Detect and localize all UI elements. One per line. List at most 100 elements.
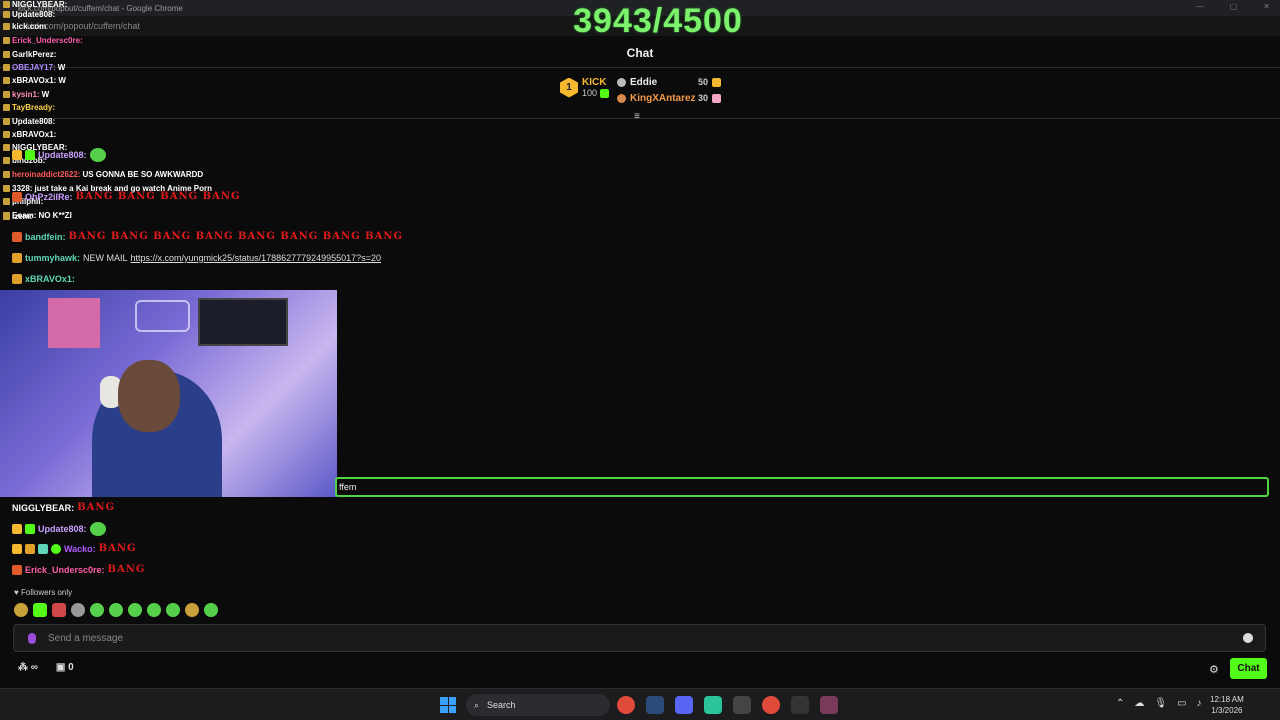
neon-sign <box>135 300 190 332</box>
overlay-message: lzem: <box>3 212 34 221</box>
discord-icon[interactable] <box>675 696 693 714</box>
chat-username[interactable]: bandfein: <box>25 232 66 242</box>
network-icon[interactable]: ▭ <box>1177 698 1186 709</box>
gift-count: 0 <box>68 662 74 673</box>
chat-message: tummyhawk: NEW MAIL https://x.com/yungmi… <box>12 253 381 263</box>
emote-icon[interactable] <box>14 603 28 617</box>
taskbar-search[interactable]: ⌕ Search <box>466 694 610 716</box>
cloud-icon[interactable]: ☁ <box>1134 698 1144 709</box>
sub-badge-icon <box>12 564 22 575</box>
chat-username[interactable]: Wacko: <box>64 544 96 554</box>
chat-username[interactable]: NIGGLYBEAR: <box>12 503 74 513</box>
emote-icon[interactable] <box>185 603 199 617</box>
bottom-left-controls: ⁂ ∞ ▣ 0 <box>18 662 74 673</box>
leaderboard-third-score: 30 <box>698 93 722 103</box>
overlay-text: W <box>57 63 66 72</box>
collapse-leaderboard-icon[interactable]: ≡ <box>634 111 640 122</box>
overlay-username: Update808: <box>12 10 56 19</box>
gear-icon[interactable]: ⚙ <box>1209 663 1219 676</box>
emote-icon[interactable] <box>33 603 47 617</box>
emote-icon[interactable] <box>90 603 104 617</box>
emote-icon[interactable] <box>128 603 142 617</box>
badge-icon <box>3 1 10 8</box>
emoji-picker-icon[interactable] <box>1243 633 1253 643</box>
emote-icon[interactable] <box>147 603 161 617</box>
overlay-message: heroinaddict2622: US GONNA BE SO AWKWARDD <box>3 170 203 179</box>
app-icon[interactable] <box>820 696 838 714</box>
chat-message: bandfein: BANG BANG BANG BANG BANG BANG … <box>12 231 403 242</box>
overlay-text: US GONNA BE SO AWKWARDD <box>82 170 204 179</box>
leaderboard-top-name: KICK <box>582 77 607 88</box>
chrome-icon[interactable] <box>617 696 635 714</box>
emote-icon[interactable] <box>52 603 66 617</box>
app-icon[interactable] <box>704 696 722 714</box>
crown-badge-icon <box>12 543 22 554</box>
overlay-username: xBRAVOx1: <box>12 130 57 139</box>
emote-icon[interactable] <box>166 603 180 617</box>
microphone-icon[interactable]: 🎙 <box>1154 698 1167 709</box>
chat-username[interactable]: xBRAVOx1: <box>25 274 75 284</box>
chat-username[interactable]: Erick_Undersc0re: <box>25 565 105 575</box>
app-icon[interactable] <box>733 696 751 714</box>
points-icon[interactable]: ⁂ ∞ <box>18 662 38 673</box>
gift-icon <box>600 88 610 98</box>
goal-text: 3943/4500 <box>573 2 743 40</box>
overlay-username: Update808: <box>12 117 56 126</box>
microphone-icon[interactable] <box>28 632 36 644</box>
overlay-message: OBEJAY17: W <box>3 63 65 72</box>
overlay-message: kick.com <box>3 22 48 31</box>
send-message-input[interactable]: Send a message <box>13 624 1266 652</box>
leaderboard-second-points: 50 <box>698 77 709 87</box>
leaderboard-third[interactable]: KingXAntarez <box>617 93 696 104</box>
leaderboard-top[interactable]: 1 KICK 100 <box>560 77 610 98</box>
windows-start-icon[interactable] <box>440 697 456 713</box>
verified-badge-icon <box>51 543 61 554</box>
overlay-message: NIGGLYBEAR: <box>3 0 69 9</box>
badge-icon <box>3 131 10 138</box>
send-chat-button[interactable]: Chat <box>1230 658 1267 679</box>
search-icon: ⌕ <box>474 699 480 710</box>
sub-badge-icon <box>25 524 35 534</box>
chat-message: Erick_Undersc0re: BANG <box>12 564 145 575</box>
badge-icon <box>3 157 10 164</box>
clock-time: 12:18 AM <box>1210 695 1244 704</box>
chrome-icon[interactable] <box>762 696 780 714</box>
chat-text: BANG <box>98 543 137 554</box>
badge-icon <box>3 185 10 192</box>
steam-icon[interactable] <box>646 696 664 714</box>
chat-message: Wacko: BANG <box>12 543 137 554</box>
emote-icon[interactable] <box>109 603 123 617</box>
vrchat-icon[interactable] <box>791 696 809 714</box>
clock-date: 1/3/2026 <box>1211 706 1243 715</box>
chat-username[interactable]: OhPz2ilRe: <box>25 192 73 202</box>
sub-badge-icon <box>12 231 22 242</box>
overlay-message: Erick_Undersc0re: <box>3 36 85 45</box>
overlay-message: xBRAVOx1: <box>3 130 58 139</box>
chat-username[interactable]: Update808: <box>38 150 87 160</box>
gift-counter[interactable]: ▣ 0 <box>56 662 74 673</box>
windows-taskbar: ⌕ Search ⌃ ☁ 🎙 ▭ ♪ 12:18 AM 1/3/2026 <box>0 688 1280 720</box>
chat-username[interactable]: Update808: <box>38 524 87 534</box>
chat-link[interactable]: https://x.com/yungmick25/status/17886277… <box>131 253 381 263</box>
leaderboard-second[interactable]: Eddie <box>617 77 657 88</box>
overlay-username: Erick_Undersc0re: <box>12 36 83 45</box>
taskbar-clock[interactable]: 12:18 AM 1/3/2026 <box>1210 694 1244 716</box>
chat-username[interactable]: tummyhawk: <box>25 253 80 263</box>
chevron-up-icon[interactable]: ⌃ <box>1116 698 1124 709</box>
emote-icon[interactable] <box>204 603 218 617</box>
overlay-input-bar[interactable]: ffem <box>335 477 1269 497</box>
badge-icon <box>3 104 10 111</box>
system-tray: ⌃ ☁ 🎙 ▭ ♪ <box>1116 698 1202 709</box>
volume-icon[interactable]: ♪ <box>1197 698 1202 709</box>
screen: kick.com/popout/cuffem/chat - Google Chr… <box>0 0 1280 720</box>
sub-badge-icon <box>25 150 35 160</box>
chat-text: BANG <box>77 502 116 513</box>
search-label: Search <box>487 700 516 710</box>
overlay-username: OBEJAY17: <box>12 63 56 72</box>
leaderboard-top-points: 100 <box>582 88 598 98</box>
overlay-username: NIGGLYBEAR: <box>12 0 68 9</box>
badge-icon <box>3 171 10 178</box>
emote-icon[interactable] <box>71 603 85 617</box>
overlay-username: GarlkPerez: <box>12 50 57 59</box>
streamer-head <box>118 360 180 432</box>
